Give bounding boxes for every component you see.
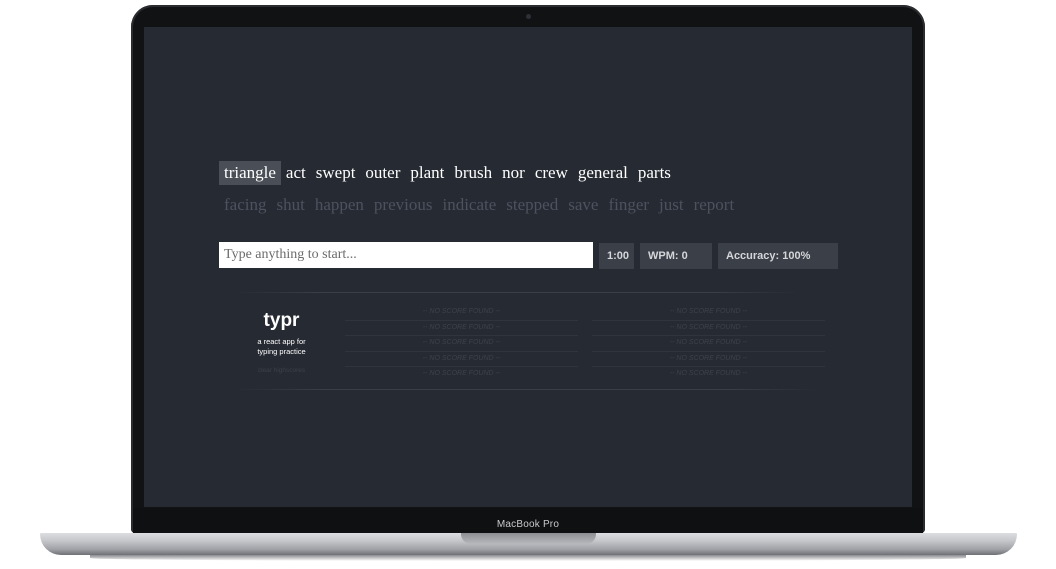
- word: act: [285, 163, 306, 182]
- word: swept: [315, 163, 356, 182]
- word: brush: [454, 163, 493, 182]
- panel-top-divider: [234, 292, 799, 293]
- panel-bottom-divider: [234, 389, 819, 390]
- highscore-row: -- NO SCORE FOUND --: [345, 321, 578, 336]
- app-title: typr: [263, 310, 300, 331]
- upcoming-word: happen: [314, 195, 364, 214]
- highscore-row: -- NO SCORE FOUND --: [669, 370, 748, 377]
- wpm-display: WPM: 0: [640, 243, 712, 269]
- app-subtitle-line1: a react app for: [257, 337, 306, 346]
- device-model-label: MacBook Pro: [496, 519, 560, 530]
- highscore-row: -- NO SCORE FOUND --: [592, 305, 825, 321]
- camera-icon: [526, 14, 531, 19]
- upcoming-word: stepped: [506, 195, 559, 214]
- upcoming-word: previous: [373, 195, 433, 214]
- app-subtitle-line2: typing practice: [257, 347, 306, 356]
- highscore-row: -- NO SCORE FOUND --: [345, 352, 578, 367]
- word: general: [577, 163, 628, 182]
- word: crew: [534, 163, 568, 182]
- laptop-shadow: [90, 555, 966, 561]
- upcoming-word: just: [659, 195, 684, 214]
- upcoming-word: indicate: [442, 195, 497, 214]
- upcoming-word: facing: [224, 195, 267, 214]
- word: nor: [502, 163, 525, 182]
- app-subtitle: a react app for typing practice: [239, 337, 324, 357]
- highscores-left: -- NO SCORE FOUND -- -- NO SCORE FOUND --…: [345, 305, 578, 382]
- highscores-right: -- NO SCORE FOUND -- -- NO SCORE FOUND --…: [592, 305, 825, 382]
- current-word: triangle: [219, 161, 281, 185]
- word: parts: [637, 163, 671, 182]
- highscore-row: -- NO SCORE FOUND --: [345, 336, 578, 352]
- upcoming-word: finger: [608, 195, 650, 214]
- word-line-current: triangle act swept outer plant brush nor crew ge…: [219, 161, 676, 185]
- highscore-row: -- NO SCORE FOUND --: [592, 352, 825, 367]
- highscore-row: -- NO SCORE FOUND --: [422, 370, 501, 377]
- highscore-row: -- NO SCORE FOUND --: [592, 321, 825, 336]
- highscore-row: -- NO SCORE FOUND --: [592, 336, 825, 352]
- highscore-row: -- NO SCORE FOUND --: [345, 305, 578, 321]
- app-screen: triangle act swept outer plant brush nor crew ge…: [144, 27, 912, 507]
- word: plant: [410, 163, 445, 182]
- upcoming-word: report: [693, 195, 735, 214]
- clear-highscores-button[interactable]: clear highscores: [239, 367, 324, 374]
- typing-input[interactable]: [219, 242, 593, 268]
- laptop-notch: [461, 533, 596, 544]
- upcoming-word: save: [568, 195, 599, 214]
- timer-display: 1:00: [599, 243, 634, 269]
- upcoming-word: shut: [276, 195, 305, 214]
- word-line-upcoming: facing shut happen previous indicate stepped s…: [219, 193, 739, 217]
- accuracy-display: Accuracy: 100%: [718, 243, 838, 269]
- word: outer: [365, 163, 401, 182]
